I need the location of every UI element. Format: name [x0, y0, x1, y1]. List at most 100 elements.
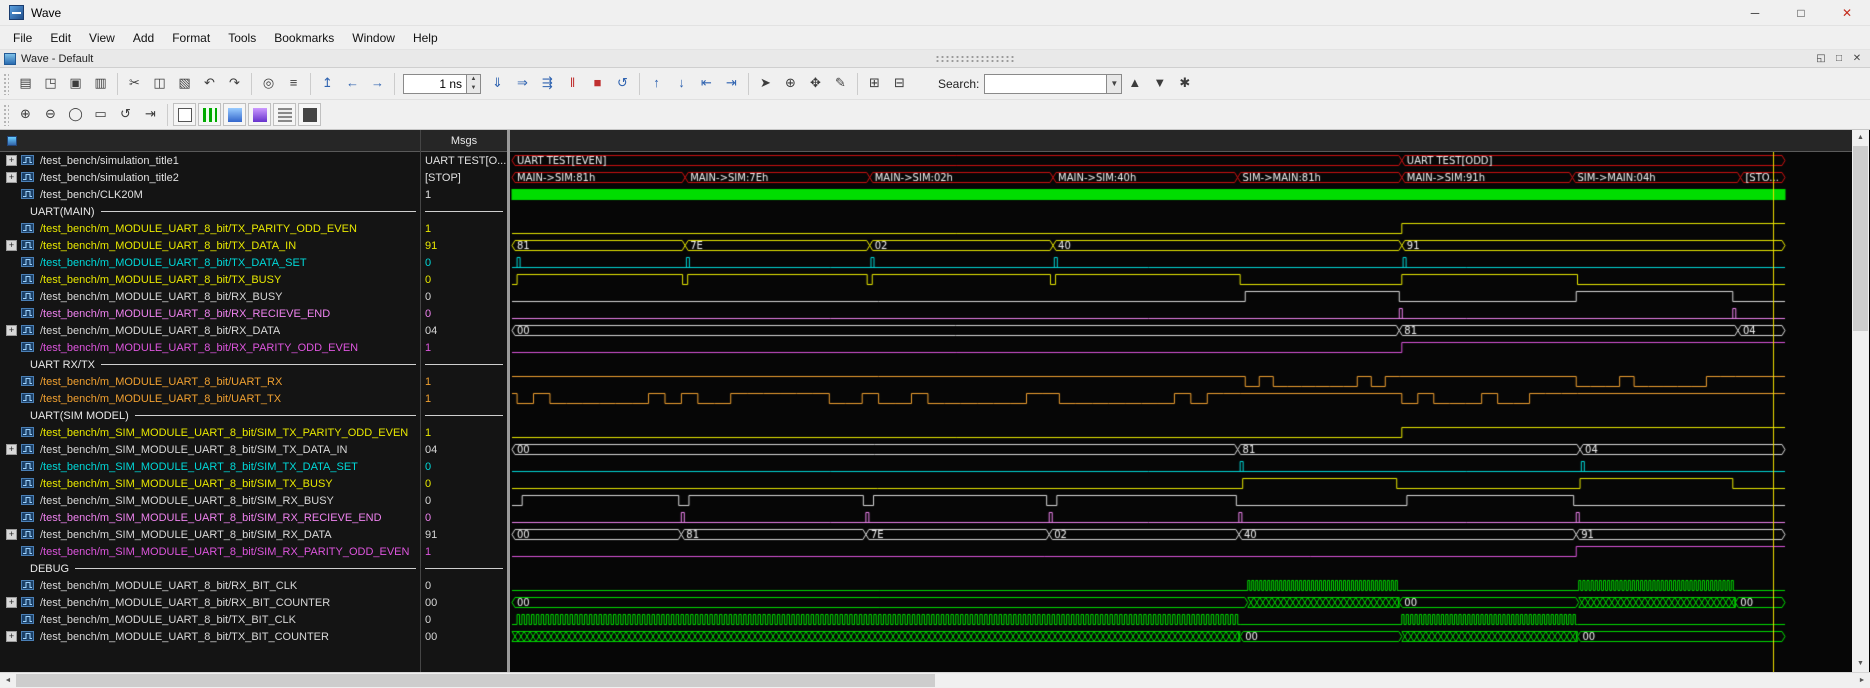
horizontal-scrollbar[interactable]: ◄ ►: [0, 672, 1870, 688]
scroll-left-arrow[interactable]: ◄: [0, 677, 16, 684]
paste-button[interactable]: ▧: [172, 71, 197, 96]
signal-value-row[interactable]: 04: [421, 322, 507, 339]
signal-value-row[interactable]: 91: [421, 237, 507, 254]
pane-dock-button[interactable]: ◱: [1812, 51, 1830, 66]
select-mode-button[interactable]: ➤: [753, 71, 778, 96]
format-logic-bars-button[interactable]: [198, 103, 221, 126]
search-down-button[interactable]: ▼: [1147, 71, 1172, 96]
pane-close-button[interactable]: ✕: [1848, 51, 1866, 66]
zoom-range-button[interactable]: ▭: [88, 102, 113, 127]
signal-value-row[interactable]: 00: [421, 628, 507, 645]
expand-toggle[interactable]: +: [6, 529, 17, 540]
restart-button[interactable]: ↺: [610, 71, 635, 96]
signal-value-row[interactable]: 00: [421, 594, 507, 611]
wave-divider-row[interactable]: UART(MAIN): [0, 203, 420, 220]
break-button[interactable]: ‖: [560, 71, 585, 96]
signal-row[interactable]: /test_bench/m_MODULE_UART_8_bit/TX_PARIT…: [0, 220, 420, 237]
signal-row[interactable]: +/test_bench/m_MODULE_UART_8_bit/RX_DATA: [0, 322, 420, 339]
open-file-button[interactable]: ◳: [38, 71, 63, 96]
signal-value-row[interactable]: 0: [421, 611, 507, 628]
toolbar-drag-handle[interactable]: [3, 104, 9, 126]
env-forward-button[interactable]: →: [365, 71, 390, 96]
signal-row[interactable]: +/test_bench/simulation_title2: [0, 169, 420, 186]
env-up-button[interactable]: ↥: [315, 71, 340, 96]
vertical-scroll-thumb[interactable]: [1853, 146, 1868, 331]
signal-row[interactable]: /test_bench/m_MODULE_UART_8_bit/RX_RECIE…: [0, 305, 420, 322]
signal-row[interactable]: /test_bench/m_SIM_MODULE_UART_8_bit/SIM_…: [0, 458, 420, 475]
copy-button[interactable]: ◫: [147, 71, 172, 96]
signal-row[interactable]: /test_bench/m_MODULE_UART_8_bit/RX_BUSY: [0, 288, 420, 305]
spin-down-icon[interactable]: ▼: [467, 84, 480, 93]
scroll-right-arrow[interactable]: ►: [1854, 677, 1870, 684]
signal-value-row[interactable]: 0: [421, 254, 507, 271]
horizontal-scroll-track[interactable]: [16, 673, 1854, 688]
menu-item-edit[interactable]: Edit: [41, 27, 80, 49]
menu-item-format[interactable]: Format: [163, 27, 219, 49]
signal-row[interactable]: +/test_bench/m_SIM_MODULE_UART_8_bit/SIM…: [0, 441, 420, 458]
signal-value-row[interactable]: 1: [421, 390, 507, 407]
horizontal-scroll-thumb[interactable]: [16, 674, 935, 687]
wave-divider-row[interactable]: UART RX/TX: [0, 356, 420, 373]
vertical-scrollbar[interactable]: ▲ ▼: [1852, 130, 1869, 672]
zoom-end-button[interactable]: ⇥: [138, 102, 163, 127]
signal-value-row[interactable]: 0: [421, 577, 507, 594]
collapse-groups-button[interactable]: ⊟: [887, 71, 912, 96]
spin-up-icon[interactable]: ▲: [467, 75, 480, 84]
menu-item-help[interactable]: Help: [404, 27, 447, 49]
expand-toggle[interactable]: +: [6, 444, 17, 455]
signal-row[interactable]: +/test_bench/m_MODULE_UART_8_bit/RX_BIT_…: [0, 594, 420, 611]
menu-item-bookmarks[interactable]: Bookmarks: [265, 27, 343, 49]
find-button[interactable]: ◎: [256, 71, 281, 96]
cut-button[interactable]: ✂: [122, 71, 147, 96]
next-transition-button[interactable]: ↓: [669, 71, 694, 96]
signal-value-row[interactable]: 0: [421, 492, 507, 509]
vertical-scroll-track[interactable]: [1852, 146, 1869, 656]
pane-header[interactable]: Wave - Default ◱□✕: [0, 50, 1870, 68]
search-up-button[interactable]: ▲: [1122, 71, 1147, 96]
wave-divider-row[interactable]: DEBUG: [0, 560, 420, 577]
run-button[interactable]: ⇓: [485, 71, 510, 96]
signal-row[interactable]: /test_bench/m_MODULE_UART_8_bit/TX_BUSY: [0, 271, 420, 288]
format-grid-button[interactable]: [273, 103, 296, 126]
signal-value-row[interactable]: 1: [421, 373, 507, 390]
zoom-in-button[interactable]: ⊕: [13, 102, 38, 127]
format-analog-button[interactable]: [248, 103, 271, 126]
signal-value-row[interactable]: 1: [421, 220, 507, 237]
signal-value-row[interactable]: UART TEST[O...: [421, 152, 507, 169]
signal-row[interactable]: +/test_bench/m_MODULE_UART_8_bit/TX_DATA…: [0, 237, 420, 254]
signal-row[interactable]: /test_bench/m_MODULE_UART_8_bit/RX_BIT_C…: [0, 577, 420, 594]
signal-row[interactable]: +/test_bench/m_MODULE_UART_8_bit/TX_BIT_…: [0, 628, 420, 645]
search-dropdown-icon[interactable]: ▼: [1106, 74, 1122, 94]
zoom-last-button[interactable]: ↺: [113, 102, 138, 127]
pane-undock-button[interactable]: □: [1830, 51, 1848, 66]
format-compare-button[interactable]: [298, 103, 321, 126]
zoom-full-button[interactable]: ◯: [63, 102, 88, 127]
signal-row[interactable]: +/test_bench/m_SIM_MODULE_UART_8_bit/SIM…: [0, 526, 420, 543]
expand-toggle[interactable]: +: [6, 631, 17, 642]
menu-item-window[interactable]: Window: [343, 27, 404, 49]
redo-button[interactable]: ↷: [222, 71, 247, 96]
pane-drag-grip[interactable]: [935, 55, 1015, 63]
signal-value-row[interactable]: 1: [421, 424, 507, 441]
expand-toggle[interactable]: +: [6, 155, 17, 166]
save-button[interactable]: ▣: [63, 71, 88, 96]
menu-item-tools[interactable]: Tools: [219, 27, 265, 49]
expand-toggle[interactable]: +: [6, 325, 17, 336]
signal-value-row[interactable]: 1: [421, 186, 507, 203]
maximize-button[interactable]: □: [1778, 0, 1824, 26]
last-edge-button[interactable]: ⇥: [719, 71, 744, 96]
env-back-button[interactable]: ←: [340, 71, 365, 96]
signal-value-row[interactable]: 0: [421, 509, 507, 526]
expand-toggle[interactable]: +: [6, 172, 17, 183]
signal-value-row[interactable]: 1: [421, 339, 507, 356]
search-input[interactable]: [984, 74, 1106, 94]
menu-item-view[interactable]: View: [80, 27, 124, 49]
signal-value-row[interactable]: [STOP]: [421, 169, 507, 186]
signal-value-row[interactable]: 0: [421, 458, 507, 475]
wave-divider-row[interactable]: UART(SIM MODEL): [0, 407, 420, 424]
filter-button[interactable]: ≡: [281, 71, 306, 96]
scroll-down-arrow[interactable]: ▼: [1852, 656, 1869, 672]
wave-canvas[interactable]: [510, 152, 1852, 672]
format-outline-button[interactable]: [173, 103, 196, 126]
signal-row[interactable]: /test_bench/m_SIM_MODULE_UART_8_bit/SIM_…: [0, 543, 420, 560]
